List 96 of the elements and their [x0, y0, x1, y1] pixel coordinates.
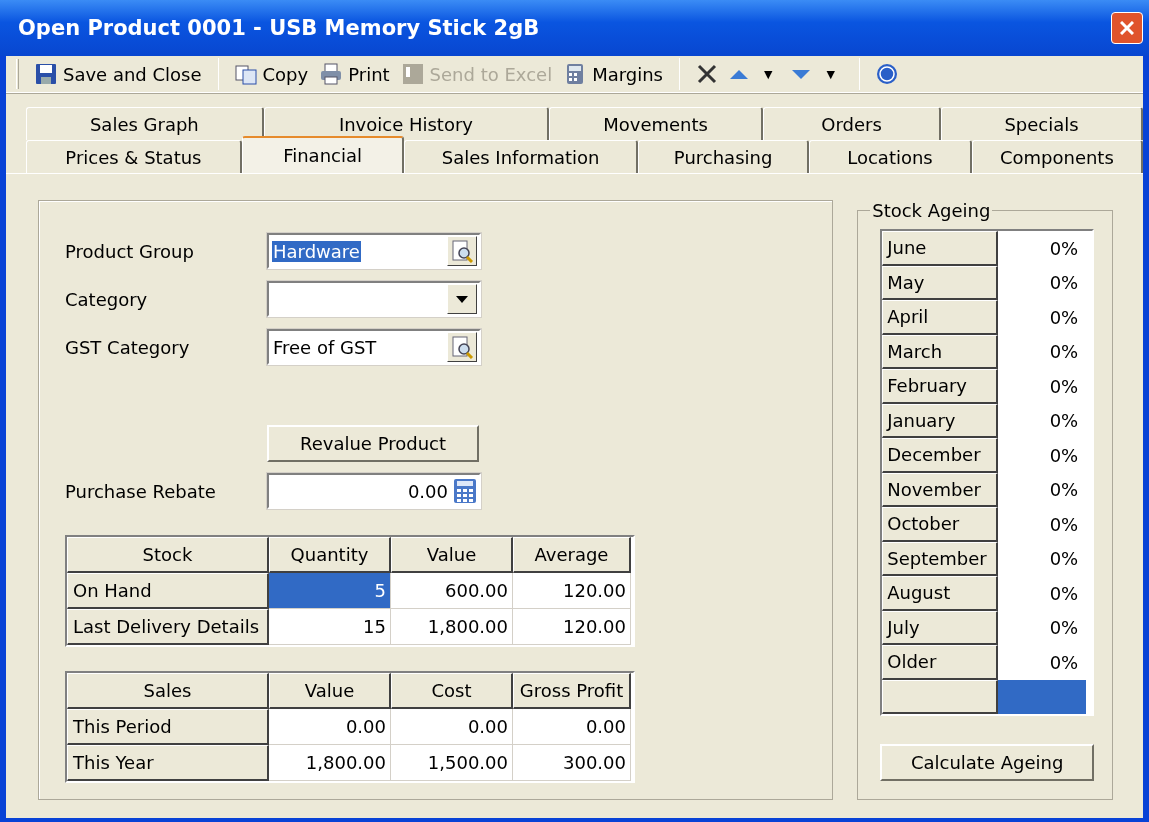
- lookup-button[interactable]: [447, 332, 477, 362]
- field-label: GST Category: [65, 336, 191, 358]
- field-label: Product Group: [65, 240, 195, 262]
- row-header: August: [882, 576, 999, 611]
- field-label: Purchase Rebate: [65, 480, 217, 502]
- row-header: On Hand: [67, 573, 269, 609]
- table-cell[interactable]: 0.00: [391, 709, 513, 745]
- tab[interactable]: Sales Graph: [26, 107, 264, 140]
- table-cell[interactable]: 0%: [998, 334, 1087, 369]
- tab[interactable]: Specials: [941, 107, 1143, 140]
- close-button[interactable]: [1111, 12, 1143, 45]
- column-header: Gross Profit: [513, 673, 631, 709]
- row-header: This Year: [67, 745, 269, 781]
- lookup-field[interactable]: Free of GST: [267, 329, 481, 365]
- row-header: September: [882, 541, 999, 576]
- row-header: May: [882, 265, 999, 300]
- table-cell[interactable]: 1,500.00: [391, 745, 513, 781]
- toolbar-button[interactable]: Copy: [228, 61, 315, 88]
- caret-icon: [456, 295, 468, 303]
- copy-icon: [234, 63, 257, 86]
- table-cell[interactable]: 15: [269, 609, 391, 645]
- toolbar-button[interactable]: Margins: [558, 61, 669, 88]
- table-cell[interactable]: 0%: [998, 265, 1087, 300]
- toolbar-button[interactable]: Print: [314, 61, 396, 88]
- row-header: July: [882, 610, 999, 645]
- toolbar-button[interactable]: Save and Close: [29, 61, 208, 88]
- table-cell[interactable]: 5: [269, 573, 391, 609]
- tab[interactable]: Invoice History: [263, 107, 550, 140]
- row-header: This Period: [67, 709, 269, 745]
- row-header: February: [882, 369, 999, 404]
- tab[interactable]: Sales Information: [404, 140, 638, 173]
- lookup-icon: [450, 239, 474, 263]
- table-cell[interactable]: 0%: [998, 472, 1087, 507]
- column-header: Stock: [67, 537, 269, 573]
- up-arrow-icon: [730, 69, 748, 79]
- row-header: Older: [882, 645, 999, 680]
- column-header: Average: [513, 537, 631, 573]
- tab[interactable]: Orders: [763, 107, 942, 140]
- close-icon: [1120, 21, 1134, 36]
- table-cell[interactable]: 600.00: [391, 573, 513, 609]
- row-header: March: [882, 334, 999, 369]
- down-arrow-icon: [792, 69, 811, 79]
- tab[interactable]: Components: [971, 140, 1144, 173]
- tab[interactable]: Prices & Status: [26, 140, 242, 173]
- revalue-product-button[interactable]: Revalue Product: [267, 424, 479, 462]
- group-title: Stock Ageing: [871, 200, 992, 221]
- row-header: June: [882, 231, 999, 266]
- column-header: Value: [269, 673, 391, 709]
- table-cell[interactable]: 0%: [998, 541, 1087, 576]
- table-cell[interactable]: 1,800.00: [391, 609, 513, 645]
- number-field[interactable]: 0.00: [267, 473, 481, 509]
- help-icon: [875, 63, 898, 86]
- spreadsheet-icon: [401, 63, 424, 86]
- window-title: Open Product 0001 - USB Memory Stick 2gB: [18, 16, 540, 41]
- column-header: Cost: [391, 673, 513, 709]
- table-cell[interactable]: 0%: [998, 369, 1087, 404]
- table-cell[interactable]: 0%: [998, 507, 1087, 542]
- calculator-icon[interactable]: [453, 478, 477, 504]
- row-header: December: [882, 438, 999, 473]
- row-header: November: [882, 472, 999, 507]
- table-cell[interactable]: 0%: [998, 438, 1087, 473]
- table-cell[interactable]: 0%: [998, 300, 1087, 335]
- lookup-button[interactable]: [447, 236, 477, 266]
- table-cell[interactable]: 0%: [998, 610, 1087, 645]
- column-header: Quantity: [269, 537, 391, 573]
- dropdown-field[interactable]: [267, 281, 481, 317]
- menu-arrow[interactable]: ▼: [826, 67, 835, 81]
- table-cell[interactable]: [998, 679, 1087, 714]
- menu-arrow[interactable]: ▼: [764, 67, 773, 81]
- calculate-ageing-button[interactable]: Calculate Ageing: [880, 744, 1094, 781]
- table-cell[interactable]: 0%: [998, 231, 1087, 266]
- row-header: October: [882, 507, 999, 542]
- table-cell[interactable]: 120.00: [513, 609, 631, 645]
- tab[interactable]: Purchasing: [637, 140, 810, 173]
- lookup-icon: [450, 335, 474, 359]
- table-cell[interactable]: 0%: [998, 576, 1087, 611]
- table-cell[interactable]: 0.00: [269, 709, 391, 745]
- delete-icon: [696, 63, 718, 86]
- table-cell[interactable]: 120.00: [513, 573, 631, 609]
- dropdown-button[interactable]: [447, 284, 477, 314]
- lookup-field[interactable]: Hardware: [267, 233, 481, 269]
- tab[interactable]: Movements: [549, 107, 764, 140]
- row-header: Last Delivery Details: [67, 609, 269, 645]
- table-cell[interactable]: 0%: [998, 403, 1087, 438]
- tab[interactable]: Financial: [241, 136, 405, 173]
- column-header: Value: [391, 537, 513, 573]
- table-cell[interactable]: 0.00: [513, 709, 631, 745]
- row-header: January: [882, 403, 999, 438]
- field-label: Category: [65, 288, 149, 310]
- tab[interactable]: Locations: [809, 140, 972, 173]
- row-header: April: [882, 300, 999, 335]
- table-cell[interactable]: 1,800.00: [269, 745, 391, 781]
- table-cell[interactable]: 0%: [998, 645, 1087, 680]
- column-header: Sales: [67, 673, 269, 709]
- table-cell[interactable]: 300.00: [513, 745, 631, 781]
- printer-icon: [320, 63, 343, 86]
